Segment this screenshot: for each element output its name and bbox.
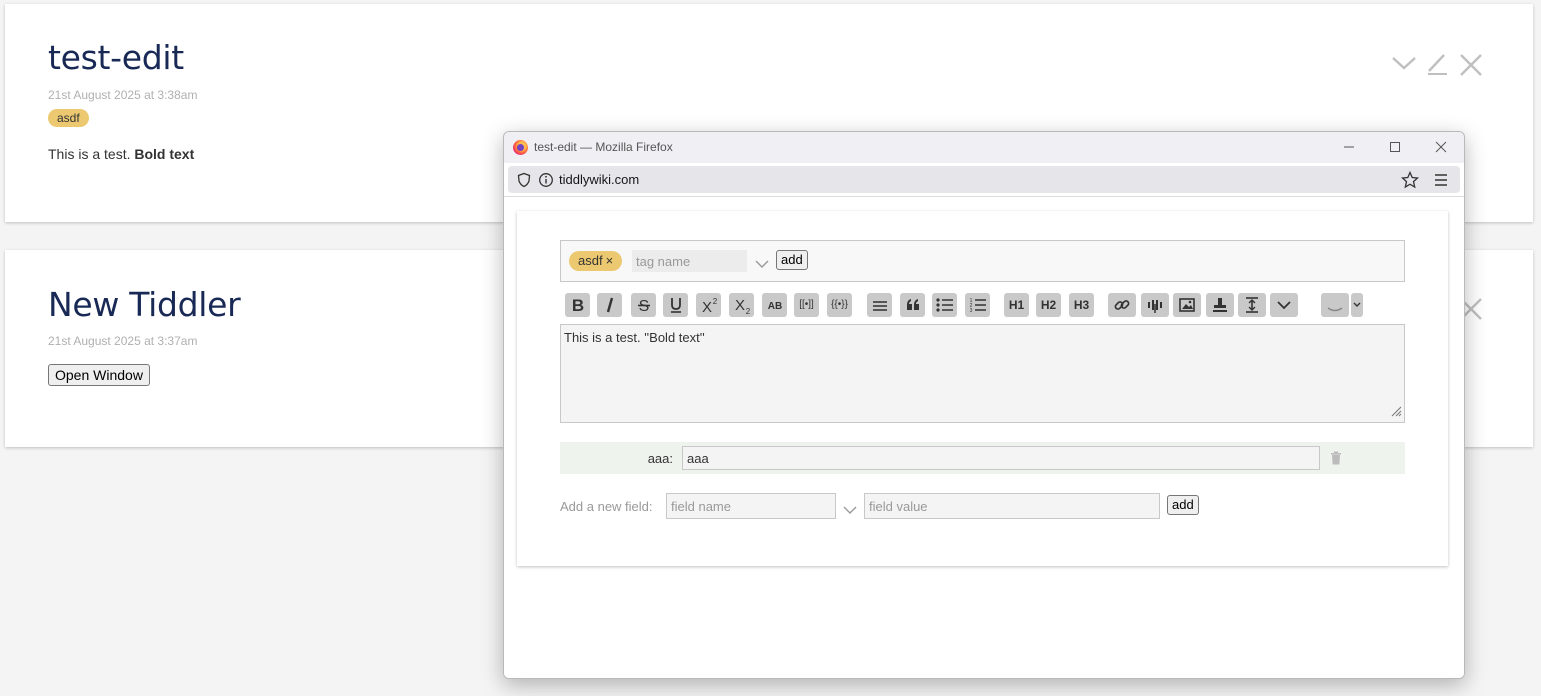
page-content: asdf× add B S	[504, 197, 1464, 678]
trash-icon[interactable]	[1330, 451, 1342, 470]
tiddler-editor: asdf× add B S	[517, 211, 1448, 566]
transclude-icon[interactable]: [[•]]	[794, 293, 819, 317]
superscript-icon[interactable]: X2	[696, 293, 721, 317]
window-titlebar[interactable]: test-edit — Mozilla Firefox	[504, 132, 1464, 163]
maximize-button[interactable]	[1372, 132, 1418, 163]
tiddler-body: This is a test. Bold text	[48, 146, 194, 162]
body-plain-text: This is a test.	[48, 146, 135, 162]
body-textarea[interactable]: This is a test. ''Bold text''	[560, 324, 1405, 423]
field-value-input[interactable]: aaa	[682, 446, 1320, 470]
svg-text:2: 2	[745, 307, 750, 314]
heading2-button[interactable]: H2	[1036, 293, 1061, 317]
url-text: tiddlywiki.com	[559, 172, 640, 187]
field-value-new-input[interactable]	[864, 493, 1160, 519]
quote-icon[interactable]	[900, 293, 925, 317]
tag-dropdown-icon[interactable]	[754, 256, 770, 274]
body-textarea-content: This is a test. ''Bold text''	[564, 330, 705, 345]
editor-tag-pill[interactable]: asdf ×	[569, 251, 623, 271]
italic-icon[interactable]	[597, 293, 622, 317]
add-tag-button[interactable]: add	[776, 250, 808, 270]
bulleted-list-icon[interactable]	[932, 293, 957, 317]
tag-remove-icon[interactable]: ×	[606, 253, 614, 268]
window-title: test-edit — Mozilla Firefox	[534, 140, 673, 154]
star-icon[interactable]	[1400, 170, 1420, 194]
open-window-button[interactable]: Open Window	[48, 364, 150, 386]
field-name-label: aaa:	[647, 451, 673, 466]
editor-type-dropdown-icon[interactable]	[1351, 293, 1363, 317]
underline-icon[interactable]	[663, 293, 688, 317]
svg-text:X: X	[701, 299, 711, 314]
link-icon[interactable]	[1108, 293, 1136, 317]
window-close-button[interactable]	[1418, 132, 1464, 163]
firefox-popup-window: test-edit — Mozilla Firefox tiddlywiki.c…	[503, 131, 1465, 679]
bold-icon[interactable]: B	[565, 293, 590, 317]
svg-text:B: B	[571, 296, 583, 314]
chevron-down-icon[interactable]	[1391, 54, 1417, 72]
picture-icon[interactable]	[1173, 293, 1201, 317]
excise-icon[interactable]	[1141, 293, 1169, 317]
editor-tag-label: asdf	[578, 253, 603, 268]
smallcaps-icon[interactable]: AB	[762, 293, 787, 317]
svg-text:2: 2	[712, 297, 717, 306]
resize-grip-icon[interactable]	[1390, 405, 1402, 420]
field-row-aaa: aaa: aaa	[560, 442, 1405, 474]
info-icon[interactable]	[538, 172, 554, 193]
close-icon[interactable]	[1458, 52, 1484, 78]
tag-pill[interactable]: asdf	[48, 109, 89, 127]
svg-text:X: X	[734, 297, 744, 314]
tag-editor: asdf× add	[560, 240, 1405, 282]
heading1-button[interactable]: H1	[1004, 293, 1029, 317]
editor-toolbar: B S X2 X2 AB [[•]] {{•}} 1 2 3 H1 H2 H3	[565, 293, 1405, 319]
subscript-icon[interactable]: X2	[729, 293, 754, 317]
size-icon[interactable]	[1238, 293, 1266, 317]
add-new-field-label: Add a new field:	[560, 499, 653, 514]
add-field-button[interactable]: add	[1167, 495, 1199, 515]
more-chevron-icon[interactable]	[1270, 293, 1298, 317]
monospace-block-icon[interactable]	[867, 293, 892, 317]
numbered-list-icon[interactable]: 123	[965, 293, 990, 317]
tiddler-title[interactable]: test-edit	[48, 38, 184, 77]
heading3-button[interactable]: H3	[1069, 293, 1094, 317]
tiddler-subtitle: 21st August 2025 at 3:37am	[48, 334, 198, 348]
tiddler-subtitle: 21st August 2025 at 3:38am	[48, 88, 198, 102]
firefox-logo-icon	[513, 140, 528, 155]
macro-icon[interactable]: {{•}}	[827, 293, 852, 317]
url-bar[interactable]: tiddlywiki.com	[508, 166, 1460, 193]
field-name-input[interactable]	[666, 493, 836, 519]
minimize-button[interactable]	[1326, 132, 1372, 163]
strikethrough-icon[interactable]: S	[631, 293, 656, 317]
tag-name-input[interactable]	[632, 250, 747, 272]
body-bold-text: Bold text	[134, 146, 195, 162]
stamp-icon[interactable]	[1206, 293, 1234, 317]
shield-icon[interactable]	[516, 172, 532, 193]
edit-icon[interactable]	[1425, 51, 1449, 77]
svg-text:3: 3	[969, 308, 972, 314]
tiddler-title[interactable]: New Tiddler	[48, 285, 241, 324]
svg-text:AB: AB	[767, 301, 781, 312]
field-name-dropdown-icon[interactable]	[842, 502, 858, 520]
editor-type-icon[interactable]	[1321, 293, 1349, 317]
menu-icon[interactable]	[1434, 173, 1448, 192]
